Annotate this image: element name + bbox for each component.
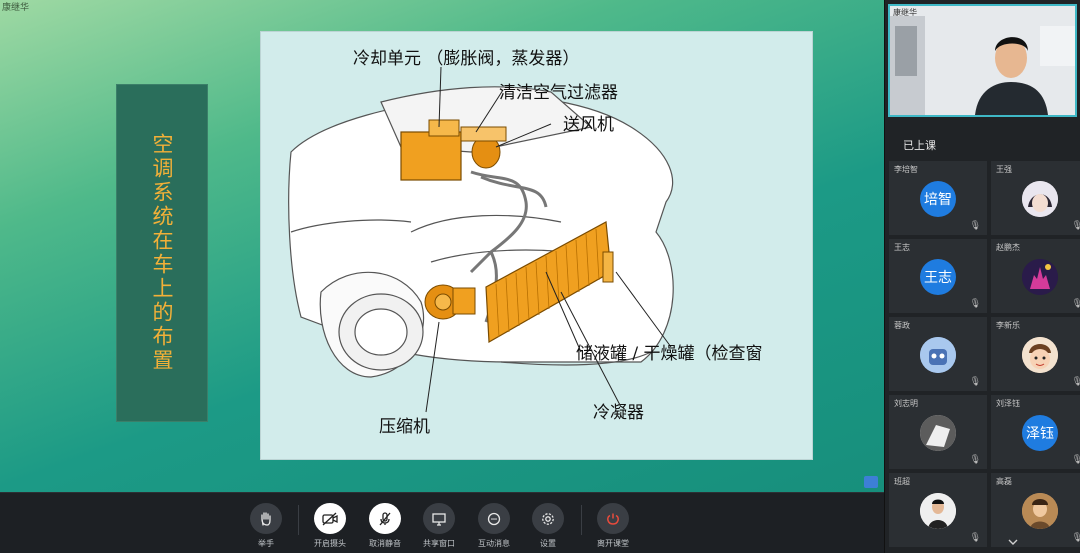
avatar xyxy=(920,415,956,451)
avatar xyxy=(920,337,956,373)
section-label-in-class: 已上课 xyxy=(903,139,936,152)
leave-classroom-label: 离开课堂 xyxy=(597,539,629,548)
participant-tile[interactable]: 李培智 培智 🎙︎ xyxy=(889,161,987,235)
participant-tile[interactable]: 蓉政 🎙︎ xyxy=(889,317,987,391)
avatar: 培智 xyxy=(920,181,956,217)
mic-button[interactable]: 取消静音 xyxy=(355,503,415,549)
avatar xyxy=(1022,259,1058,295)
avatar xyxy=(920,493,956,529)
teacher-video[interactable]: 康继华 xyxy=(888,4,1077,117)
avatar xyxy=(1022,493,1058,529)
participant-tile[interactable]: 刘泽钰 泽钰 🎙︎ xyxy=(991,395,1080,469)
leave-classroom-button[interactable]: 离开课堂 xyxy=(583,503,643,549)
teacher-video-frame xyxy=(890,6,1075,115)
mic-muted-icon xyxy=(369,503,401,534)
label-air-filter: 清洁空气过滤器 xyxy=(499,83,618,103)
participant-name: 高磊 xyxy=(996,477,1012,486)
avatar xyxy=(1022,337,1058,373)
participant-name: 刘泽钰 xyxy=(996,399,1020,408)
participants-panel: 康继华 已上课 李培智 培智 🎙︎ 王强 🎙︎ 王志 王志 🎙︎ 赵鹏杰 🎙︎ … xyxy=(884,0,1080,553)
participant-tile[interactable]: 王强 🎙︎ xyxy=(991,161,1080,235)
teacher-name: 康继华 xyxy=(893,8,917,17)
participant-name: 赵鹏杰 xyxy=(996,243,1020,252)
slide-side-title: 空调系统在车上的布置 xyxy=(150,133,174,373)
settings-label: 设置 xyxy=(540,539,556,548)
participant-name: 李培智 xyxy=(894,165,918,174)
power-icon xyxy=(597,503,629,534)
classroom-app: 康继华 空调系统在车上的布置 冷却单元 （膨胀阀，蒸发器） 清洁空气过滤器 送风… xyxy=(0,0,1080,553)
slide-side-title-panel: 空调系统在车上的布置 xyxy=(116,84,208,422)
avatar: 泽钰 xyxy=(1022,415,1058,451)
presenter-name-tag: 康继华 xyxy=(2,3,30,13)
mic-muted-icon: 🎙︎ xyxy=(1071,533,1080,543)
label-cooling-unit: 冷却单元 （膨胀阀，蒸发器） xyxy=(353,49,580,69)
mic-muted-icon: 🎙︎ xyxy=(969,221,981,231)
toolbar-divider xyxy=(581,505,582,535)
hand-icon xyxy=(250,503,282,534)
mic-muted-icon: 🎙︎ xyxy=(1071,299,1080,309)
participant-name: 班超 xyxy=(894,477,910,486)
interaction-messages-button[interactable]: 互动消息 xyxy=(464,503,524,549)
camera-label: 开启摄头 xyxy=(314,539,346,548)
participant-name: 王志 xyxy=(894,243,910,252)
mic-muted-icon: 🎙︎ xyxy=(1071,221,1080,231)
mic-muted-icon: 🎙︎ xyxy=(1071,455,1080,465)
chat-toggle-icon[interactable] xyxy=(864,476,878,488)
mic-muted-icon: 🎙︎ xyxy=(969,299,981,309)
participant-tile[interactable]: 高磊 🎙︎ xyxy=(991,473,1080,547)
participant-tile[interactable]: 李新乐 🎙︎ xyxy=(991,317,1080,391)
participant-name: 李新乐 xyxy=(996,321,1020,330)
camera-off-icon xyxy=(314,503,346,534)
slide-canvas: 冷却单元 （膨胀阀，蒸发器） 清洁空气过滤器 送风机 储液罐 / 干燥罐（检查窗… xyxy=(260,31,813,460)
camera-button[interactable]: 开启摄头 xyxy=(300,503,360,549)
settings-button[interactable]: 设置 xyxy=(518,503,578,549)
chevron-down-icon[interactable] xyxy=(1007,536,1019,548)
label-receiver-drier: 储液罐 / 干燥罐（检查窗 xyxy=(576,344,763,364)
raise-hand-label: 举手 xyxy=(258,539,274,548)
label-blower: 送风机 xyxy=(563,115,614,135)
label-condenser: 冷凝器 xyxy=(593,403,644,423)
compressor xyxy=(424,284,476,320)
gear-icon xyxy=(532,503,564,534)
bottom-toolbar: 举手 开启摄头 取消静音 共享窗口 互动消息 设置 离开课堂 xyxy=(0,492,884,553)
participant-name: 蓉政 xyxy=(894,321,910,330)
toolbar-divider xyxy=(298,505,299,535)
participant-tile[interactable]: 班超 🎙︎ xyxy=(889,473,987,547)
label-compressor: 压缩机 xyxy=(379,417,430,437)
mic-muted-icon: 🎙︎ xyxy=(969,377,981,387)
avatar: 王志 xyxy=(920,259,956,295)
presentation-stage: 康继华 空调系统在车上的布置 冷却单元 （膨胀阀，蒸发器） 清洁空气过滤器 送风… xyxy=(0,0,884,492)
share-window-button[interactable]: 共享窗口 xyxy=(409,503,469,549)
participant-name: 王强 xyxy=(996,165,1012,174)
participant-tile[interactable]: 赵鹏杰 🎙︎ xyxy=(991,239,1080,313)
mic-muted-icon: 🎙︎ xyxy=(969,455,981,465)
participant-name: 刘志明 xyxy=(894,399,918,408)
raise-hand-button[interactable]: 举手 xyxy=(236,503,296,549)
mic-label: 取消静音 xyxy=(369,539,401,548)
interaction-messages-label: 互动消息 xyxy=(478,539,510,548)
mic-muted-icon: 🎙︎ xyxy=(1071,377,1080,387)
mic-muted-icon: 🎙︎ xyxy=(969,533,981,543)
share-window-label: 共享窗口 xyxy=(423,539,455,548)
participant-tile[interactable]: 王志 王志 🎙︎ xyxy=(889,239,987,313)
screen-share-icon xyxy=(423,503,455,534)
avatar xyxy=(1022,181,1058,217)
participant-tile[interactable]: 刘志明 🎙︎ xyxy=(889,395,987,469)
chat-bubble-icon xyxy=(478,503,510,534)
